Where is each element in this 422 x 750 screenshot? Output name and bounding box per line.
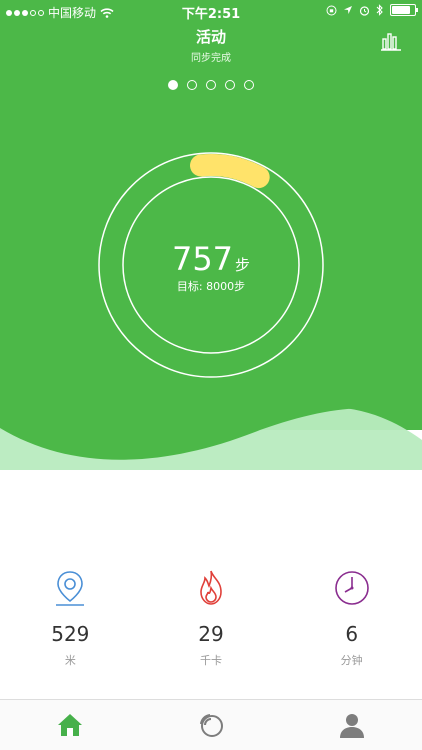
tab-activity[interactable]: [141, 700, 282, 750]
tab-bar: [0, 699, 422, 750]
home-icon: [58, 714, 83, 736]
stat-distance: 529 米: [0, 568, 141, 668]
tab-home[interactable]: [0, 700, 141, 750]
step-goal: 目标: 8000步: [176, 280, 246, 293]
steps-unit: 步: [235, 256, 251, 274]
battery-icon: [390, 4, 418, 16]
page-title: 活动: [195, 28, 226, 46]
calories-value: 29: [198, 622, 224, 646]
status-right: [326, 4, 418, 16]
page-dot[interactable]: [187, 80, 197, 90]
flame-icon: [200, 570, 222, 605]
activity-rings-icon: [200, 714, 223, 737]
distance-unit: 米: [64, 654, 76, 667]
location-pin-icon: [56, 571, 85, 606]
profile-icon: [339, 714, 364, 738]
page-dot[interactable]: [225, 80, 235, 90]
sync-status: 同步完成: [191, 53, 231, 64]
steps-value: 757: [171, 240, 234, 278]
stat-duration: 6 分钟: [281, 568, 422, 668]
calories-unit: 千卡: [200, 654, 222, 667]
tab-profile[interactable]: [281, 700, 422, 750]
page-dot[interactable]: [206, 80, 216, 90]
bluetooth-icon: [376, 4, 383, 16]
location-arrow-icon: [344, 6, 352, 14]
orientation-lock-icon: [326, 5, 337, 15]
bar-chart-icon[interactable]: [380, 30, 402, 52]
step-count: 757 步: [0, 240, 422, 278]
status-bar: 中国移动 下午2:51: [0, 0, 422, 22]
stats-row: 529 米 29 千卡 6 分钟: [0, 568, 422, 668]
page-dot[interactable]: [168, 80, 178, 90]
stat-calories: 29 千卡: [141, 568, 282, 668]
clock-icon: [334, 571, 369, 605]
duration-value: 6: [345, 622, 359, 646]
duration-unit: 分钟: [340, 654, 363, 667]
page-dot[interactable]: [244, 80, 254, 90]
progress-arc: [190, 154, 270, 189]
alarm-icon: [359, 5, 370, 16]
distance-value: 529: [51, 622, 90, 646]
page-indicator[interactable]: [0, 80, 422, 90]
